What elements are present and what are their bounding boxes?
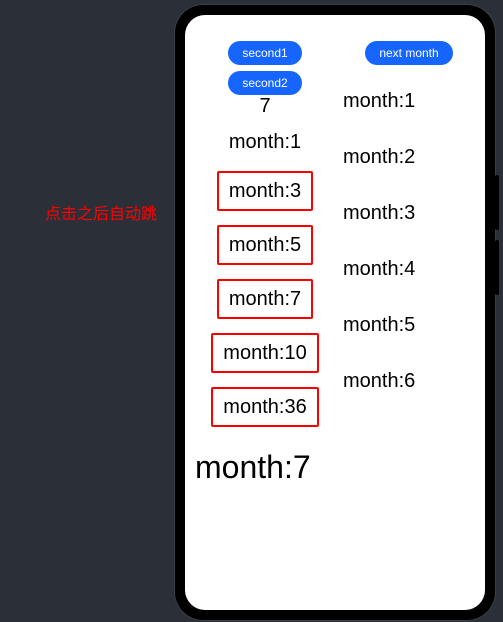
list-item[interactable]: month:2 [343, 141, 423, 173]
second1-button[interactable]: second1 [228, 41, 301, 65]
external-annotation: 点击之后自动跳 [45, 200, 157, 224]
header-number: 7 [195, 95, 335, 118]
list-item[interactable]: month:3 [343, 197, 423, 229]
list-item[interactable]: month:6 [343, 365, 423, 397]
right-column: next month month:1 month:2 month:3 month… [335, 41, 475, 600]
list-item[interactable]: month:36 [211, 387, 318, 427]
volume-up-button[interactable] [495, 175, 499, 230]
list-item[interactable]: month:4 [343, 253, 423, 285]
volume-down-button[interactable] [495, 240, 499, 295]
list-item[interactable]: month:7 [217, 279, 313, 319]
left-column: second1 second2 7 month:1 month:3 month:… [195, 41, 335, 600]
list-item[interactable]: month:5 [343, 309, 423, 341]
second2-button[interactable]: second2 [228, 71, 301, 95]
list-item[interactable]: month:3 [217, 171, 313, 211]
next-month-button[interactable]: next month [365, 41, 452, 65]
left-button-group: second1 second2 [228, 41, 301, 97]
list-item[interactable]: month:1 [343, 85, 423, 117]
list-item[interactable]: month:1 [221, 126, 309, 158]
list-item[interactable]: month:5 [217, 225, 313, 265]
app-content: second1 second2 7 month:1 month:3 month:… [185, 37, 485, 610]
list-item[interactable]: month:10 [211, 333, 318, 373]
phone-frame: second1 second2 7 month:1 month:3 month:… [175, 5, 495, 620]
selected-month-large: month:7 [195, 444, 319, 490]
phone-screen: second1 second2 7 month:1 month:3 month:… [185, 15, 485, 610]
